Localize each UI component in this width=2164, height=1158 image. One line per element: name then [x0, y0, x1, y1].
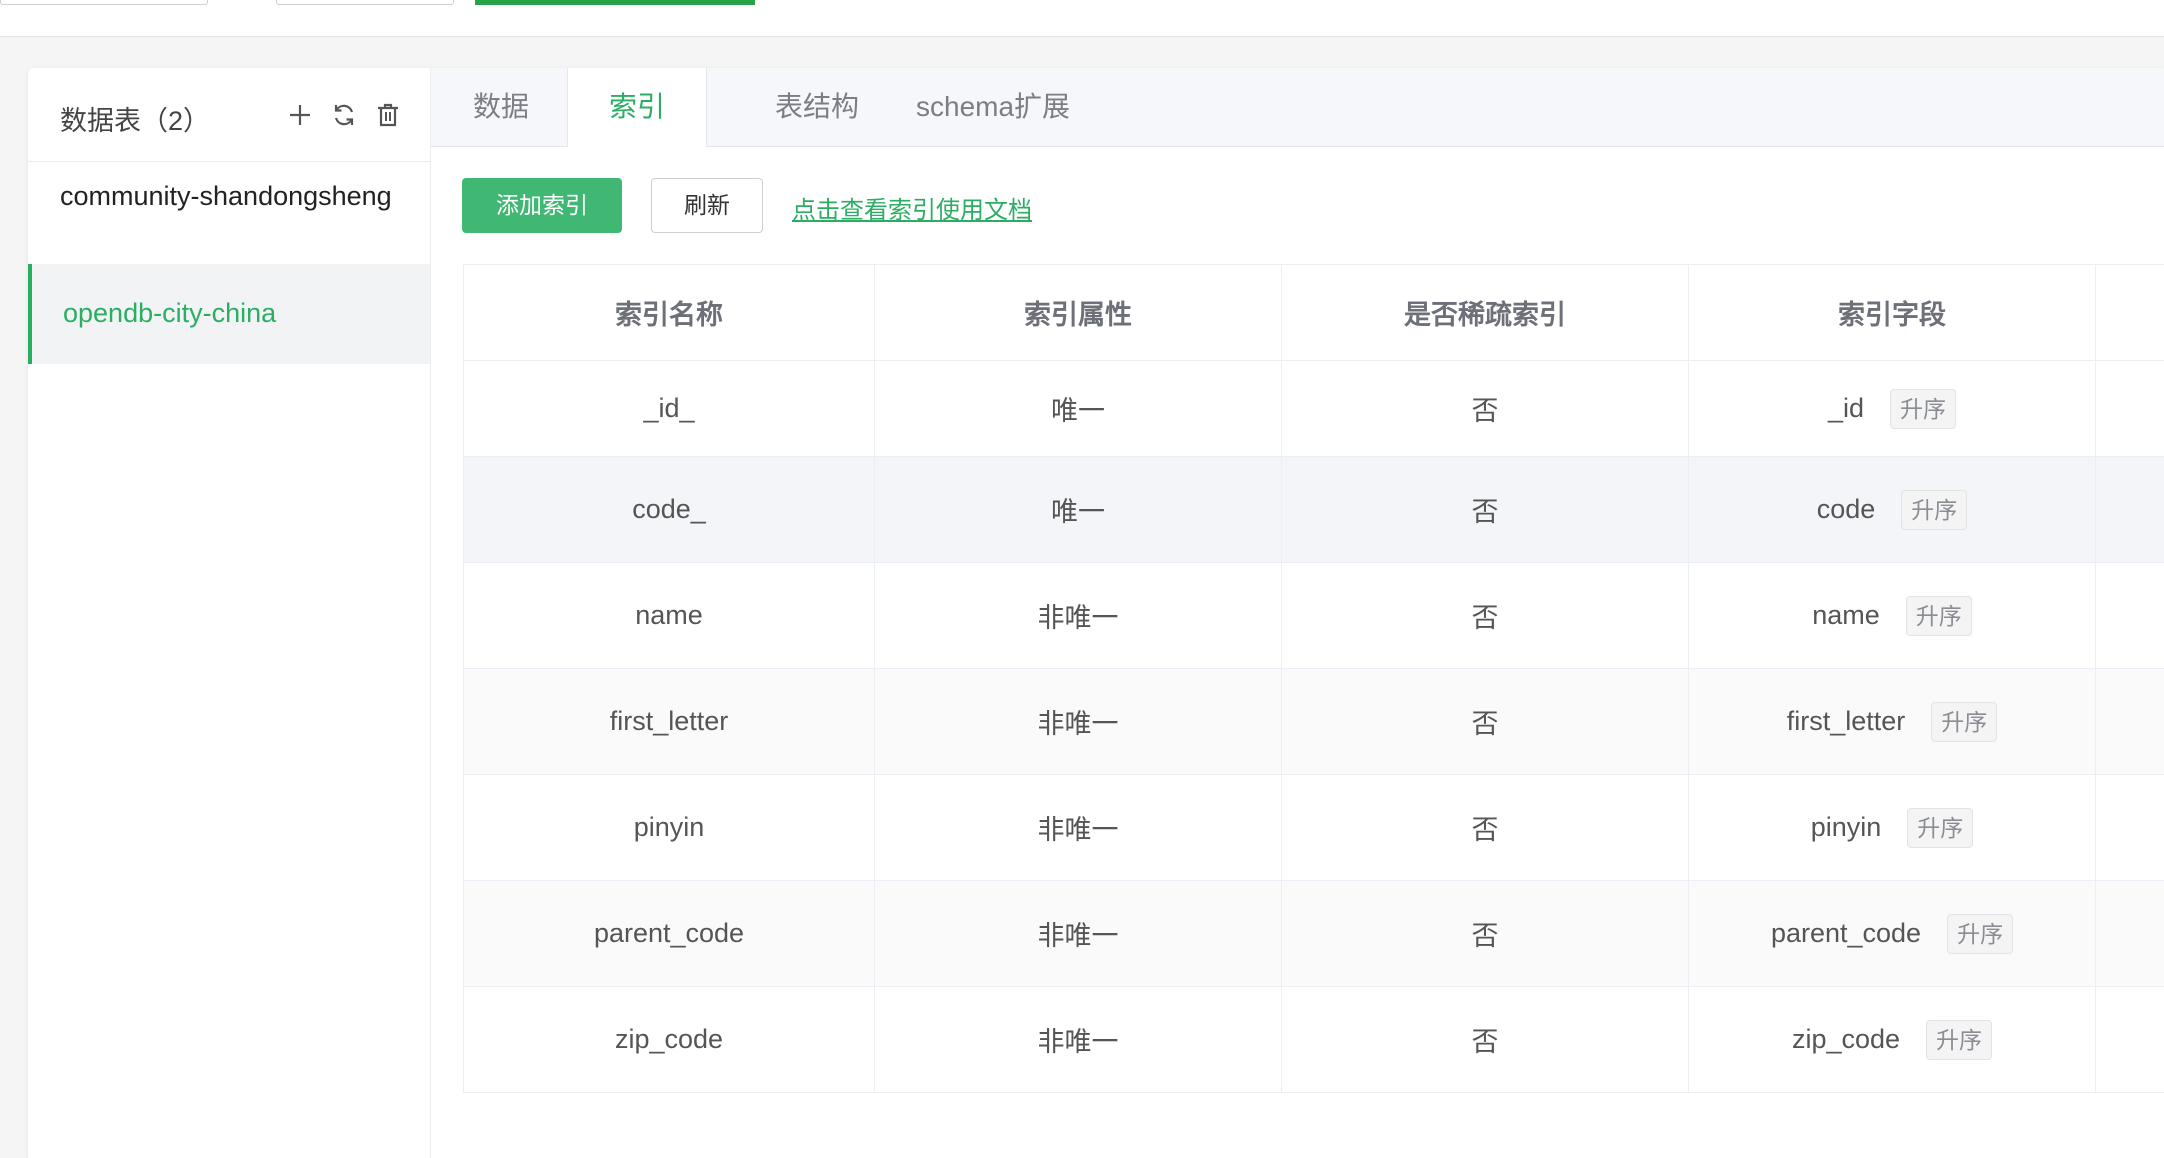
- plus-icon[interactable]: [284, 99, 316, 131]
- cell-index-attr: 非唯一: [874, 562, 1282, 669]
- cell-index-attr: 唯一: [874, 360, 1282, 457]
- index-table: 索引名称 索引属性 是否稀疏索引 索引字段 _id_ 唯一 否 _id 升序 co…: [463, 264, 2164, 1093]
- field-name: code: [1816, 494, 1876, 524]
- top-progress-bar: [475, 0, 755, 5]
- tab-bar: 数据 索引 表结构 schema扩展: [431, 68, 2164, 147]
- cell-index-field: name 升序: [1688, 562, 2096, 669]
- cell-index-attr: 唯一: [874, 456, 1282, 563]
- cell-index-name: name: [463, 562, 875, 669]
- sidebar-title: 数据表（2）: [60, 106, 211, 136]
- table-header-row: 索引名称 索引属性 是否稀疏索引 索引字段: [463, 264, 2164, 361]
- cell-sparse: 否: [1281, 456, 1689, 563]
- header-index-field: 索引字段: [1688, 264, 2096, 361]
- header-sparse: 是否稀疏索引: [1281, 264, 1689, 361]
- field-name: first_letter: [1786, 706, 1906, 736]
- cell-index-attr: 非唯一: [874, 774, 1282, 881]
- trash-icon[interactable]: [372, 99, 404, 131]
- order-tag: 升序: [1926, 1019, 1993, 1060]
- order-tag: 升序: [1901, 489, 1968, 530]
- refresh-icon[interactable]: [328, 99, 360, 131]
- tab-schema-extension[interactable]: schema扩展: [916, 68, 1070, 146]
- cell-index-field: _id 升序: [1688, 360, 2096, 457]
- field-name: parent_code: [1770, 918, 1922, 948]
- cell-sparse: 否: [1281, 774, 1689, 881]
- header-actions: [2095, 264, 2164, 361]
- order-tag: 升序: [1931, 701, 1998, 742]
- cell-sparse: 否: [1281, 880, 1689, 987]
- top-input-left[interactable]: [0, 0, 208, 5]
- add-index-button[interactable]: 添加索引: [462, 178, 622, 233]
- cell-index-name: pinyin: [463, 774, 875, 881]
- cell-index-attr: 非唯一: [874, 668, 1282, 775]
- cell-index-field: first_letter 升序: [1688, 668, 2096, 775]
- cell-index-name: first_letter: [463, 668, 875, 775]
- cell-index-name: _id_: [463, 360, 875, 457]
- cell-actions: [2095, 562, 2164, 669]
- cell-index-attr: 非唯一: [874, 880, 1282, 987]
- index-docs-link[interactable]: 点击查看索引使用文档: [792, 190, 1032, 225]
- cell-index-name: parent_code: [463, 880, 875, 987]
- cell-index-field: code 升序: [1688, 456, 2096, 563]
- table-row[interactable]: _id_ 唯一 否 _id 升序: [463, 360, 2164, 457]
- cell-actions: [2095, 880, 2164, 987]
- table-row[interactable]: pinyin 非唯一 否 pinyin 升序: [463, 774, 2164, 881]
- header-index-name: 索引名称: [463, 264, 875, 361]
- table-row[interactable]: name 非唯一 否 name 升序: [463, 562, 2164, 669]
- cell-index-attr: 非唯一: [874, 986, 1282, 1093]
- sidebar-actions: [284, 99, 404, 131]
- sidebar: 数据表（2） community-shandongsheng opendb-ci…: [28, 68, 431, 1158]
- cell-sparse: 否: [1281, 668, 1689, 775]
- table-row[interactable]: parent_code 非唯一 否 parent_code 升序: [463, 880, 2164, 987]
- cell-actions: [2095, 774, 2164, 881]
- tab-data[interactable]: 数据: [473, 68, 529, 146]
- cell-index-field: pinyin 升序: [1688, 774, 2096, 881]
- refresh-button[interactable]: 刷新: [651, 178, 763, 233]
- table-row[interactable]: code_ 唯一 否 code 升序: [463, 456, 2164, 563]
- top-bar: [0, 0, 2164, 37]
- field-name: pinyin: [1810, 812, 1882, 842]
- tab-index[interactable]: 索引: [567, 68, 707, 147]
- cell-sparse: 否: [1281, 562, 1689, 669]
- sidebar-item-community-shandongsheng[interactable]: community-shandongsheng: [28, 180, 430, 213]
- top-input-right[interactable]: [276, 0, 454, 5]
- cell-sparse: 否: [1281, 360, 1689, 457]
- cell-index-field: parent_code 升序: [1688, 880, 2096, 987]
- field-name: name: [1812, 600, 1880, 630]
- cell-index-name: code_: [463, 456, 875, 563]
- order-tag: 升序: [1905, 595, 1972, 636]
- cell-actions: [2095, 456, 2164, 563]
- cell-sparse: 否: [1281, 986, 1689, 1093]
- cell-index-name: zip_code: [463, 986, 875, 1093]
- table-row[interactable]: first_letter 非唯一 否 first_letter 升序: [463, 668, 2164, 775]
- tab-table-structure[interactable]: 表结构: [775, 68, 859, 146]
- table-row[interactable]: zip_code 非唯一 否 zip_code 升序: [463, 986, 2164, 1093]
- order-tag: 升序: [1947, 913, 2014, 954]
- header-index-attr: 索引属性: [874, 264, 1282, 361]
- cell-actions: [2095, 360, 2164, 457]
- field-name: zip_code: [1791, 1024, 1901, 1054]
- main-card: 数据表（2） community-shandongsheng opendb-ci…: [28, 68, 2164, 1158]
- cell-actions: [2095, 986, 2164, 1093]
- cell-actions: [2095, 668, 2164, 775]
- cell-index-field: zip_code 升序: [1688, 986, 2096, 1093]
- field-name: _id: [1827, 393, 1865, 423]
- order-tag: 升序: [1890, 388, 1957, 429]
- sidebar-header: 数据表（2）: [28, 68, 430, 162]
- sidebar-item-opendb-city-china[interactable]: opendb-city-china: [28, 264, 430, 364]
- order-tag: 升序: [1907, 807, 1974, 848]
